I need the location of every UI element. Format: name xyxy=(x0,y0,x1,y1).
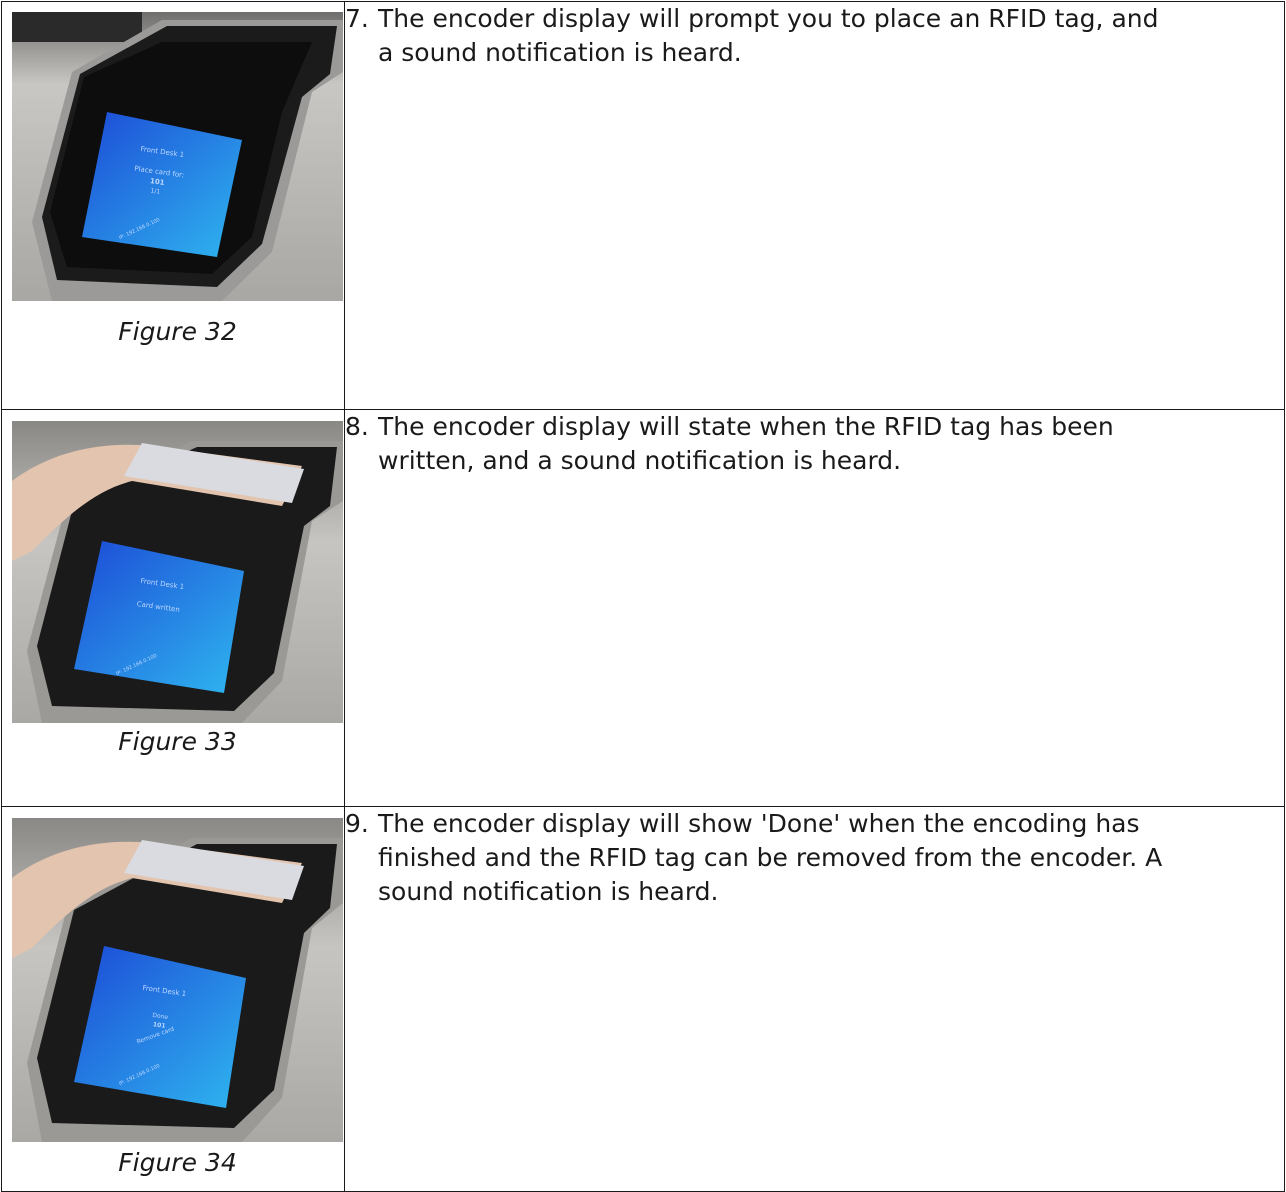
step-text: The encoder display will prompt you to p… xyxy=(378,4,1159,67)
step-text-cell: 9. The encoder display will show 'Done' … xyxy=(344,806,1285,1192)
step-number: 8. xyxy=(345,412,369,441)
encoder-photo: Front Desk 1 Place card for: 101 1/1 IP:… xyxy=(12,12,343,301)
step-number: 9. xyxy=(345,809,369,838)
step-text-cell: 7. The encoder display will prompt you t… xyxy=(344,1,1285,410)
step-instruction: 9. The encoder display will show 'Done' … xyxy=(345,807,1284,909)
screen-line-4: 1/1 xyxy=(150,187,161,195)
step-instruction: 7. The encoder display will prompt you t… xyxy=(345,2,1284,70)
figure-caption: Figure 32 xyxy=(118,317,237,346)
step-text: The encoder display will show 'Done' whe… xyxy=(378,809,1163,906)
step-row: Front Desk 1 Place card for: 101 1/1 IP:… xyxy=(1,1,1285,410)
figure-cell: Front Desk 1 Card written IP: 192.168.0.… xyxy=(1,409,345,807)
encoder-device-illustration: Front Desk 1 Done 101 Remove card IP: 19… xyxy=(12,818,343,1142)
encoder-photo: Front Desk 1 Done 101 Remove card IP: 19… xyxy=(12,818,343,1142)
encoder-device-illustration: Front Desk 1 Card written IP: 192.168.0.… xyxy=(12,421,343,723)
figure-cell: Front Desk 1 Place card for: 101 1/1 IP:… xyxy=(1,1,345,410)
figure-caption: Figure 34 xyxy=(118,1148,237,1177)
encoder-photo: Front Desk 1 Card written IP: 192.168.0.… xyxy=(12,421,343,723)
step-text: The encoder display will state when the … xyxy=(378,412,1114,475)
figure-cell: Front Desk 1 Done 101 Remove card IP: 19… xyxy=(1,806,345,1192)
encoder-device-illustration: Front Desk 1 Place card for: 101 1/1 IP:… xyxy=(12,12,343,301)
step-number: 7. xyxy=(345,4,369,33)
instruction-table: Front Desk 1 Place card for: 101 1/1 IP:… xyxy=(1,1,1285,1192)
step-instruction: 8. The encoder display will state when t… xyxy=(345,410,1284,478)
step-text-cell: 8. The encoder display will state when t… xyxy=(344,409,1285,807)
step-row: Front Desk 1 Card written IP: 192.168.0.… xyxy=(1,409,1285,807)
step-row: Front Desk 1 Done 101 Remove card IP: 19… xyxy=(1,806,1285,1192)
figure-caption: Figure 33 xyxy=(118,727,237,756)
